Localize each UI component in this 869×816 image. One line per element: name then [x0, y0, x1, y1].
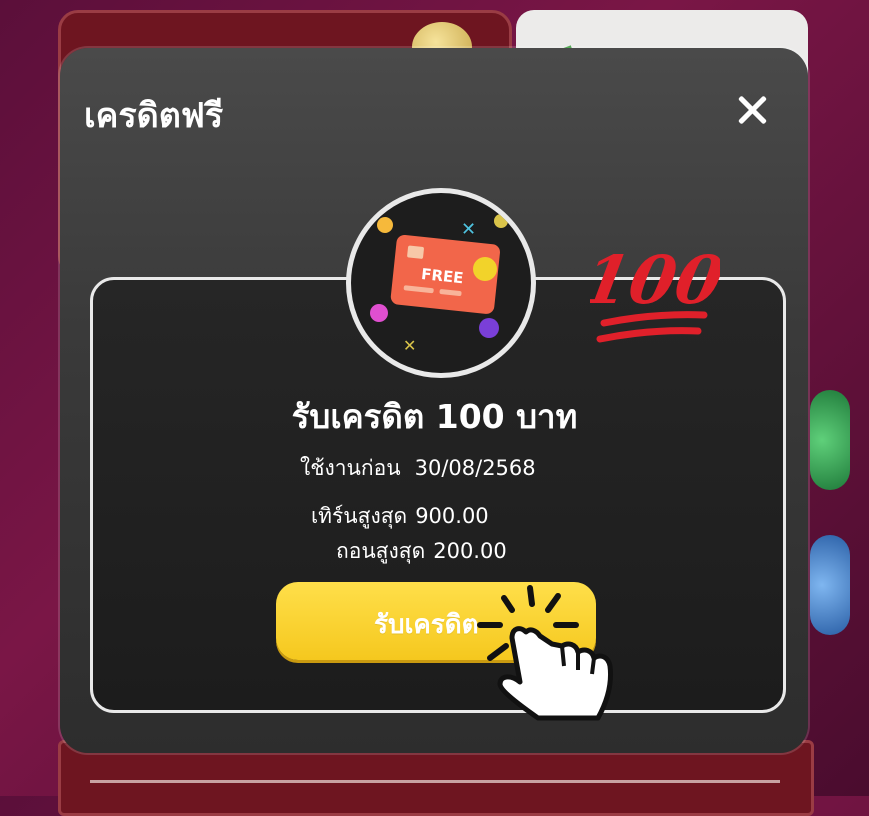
close-icon[interactable] — [730, 88, 774, 132]
withdraw-label: ถอนสูงสุด — [336, 539, 426, 563]
expiry-info: ใช้งานก่อน 30/08/2568 — [300, 452, 550, 485]
expiry-label: ใช้งานก่อน — [300, 456, 401, 480]
hundred-badge-text: 100 — [590, 241, 720, 318]
max-withdraw: ถอนสูงสุด 200.00 — [336, 535, 515, 568]
side-blue-button — [810, 535, 850, 635]
free-credit-card-icon: ✕ ✕ FREE — [346, 188, 536, 378]
pointing-hand-icon — [460, 570, 630, 734]
svg-text:✕: ✕ — [461, 219, 476, 240]
divider — [90, 780, 780, 783]
svg-text:✕: ✕ — [403, 336, 416, 355]
expiry-date: 30/08/2568 — [414, 456, 536, 480]
modal-title: เครดิตฟรี — [84, 96, 224, 136]
max-turnover: เทิร์นสูงสุด 900.00 — [311, 500, 497, 533]
turnover-label: เทิร์นสูงสุด — [311, 504, 408, 528]
withdraw-value: 200.00 — [433, 539, 507, 563]
hundred-points-icon: 100 — [577, 235, 729, 359]
credit-headline: รับเครดิต 100 บาท — [291, 397, 578, 436]
turnover-value: 900.00 — [415, 504, 489, 528]
